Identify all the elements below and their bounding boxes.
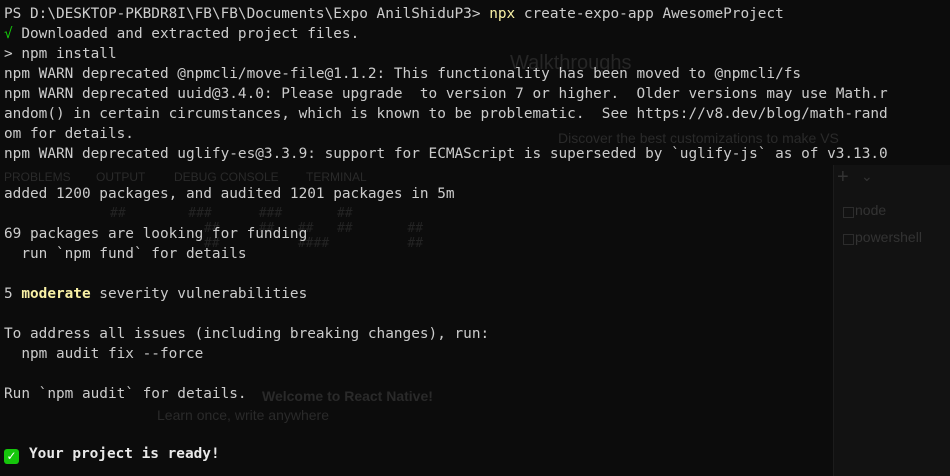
downloaded-text: Downloaded and extracted project files. xyxy=(12,26,360,42)
fund-hint-line: run `npm fund` for details xyxy=(4,246,247,262)
downloaded-line: √ Downloaded and extracted project files… xyxy=(4,24,950,44)
warn-uuid-3: om for details. xyxy=(4,126,134,142)
prompt-path: PS D:\DESKTOP-PKBDR8I\FB\FB\Documents\Ex… xyxy=(4,6,490,22)
vuln-level: moderate xyxy=(21,286,91,302)
npm-install-line: > npm install xyxy=(4,46,117,62)
warn-uuid-2: andom() in certain circumstances, which … xyxy=(4,106,888,122)
vulnerabilities-line: 5 moderate severity vulnerabilities xyxy=(4,284,950,304)
check-icon: ✓ xyxy=(4,449,19,464)
funding-line: 69 packages are looking for funding xyxy=(4,226,308,242)
added-packages-line: added 1200 packages, and audited 1201 pa… xyxy=(4,186,455,202)
prompt-line: PS D:\DESKTOP-PKBDR8I\FB\FB\Documents\Ex… xyxy=(4,4,950,24)
address-line: To address all issues (including breakin… xyxy=(4,326,490,342)
warn-uuid-1: npm WARN deprecated uuid@3.4.0: Please u… xyxy=(4,86,888,102)
warn-move-file: npm WARN deprecated @npmcli/move-file@1.… xyxy=(4,66,802,82)
prompt-args: create-expo-app AwesomeProject xyxy=(515,6,784,22)
vuln-rest: severity vulnerabilities xyxy=(90,286,308,302)
audit-fix-line: npm audit fix --force xyxy=(4,346,204,362)
warn-uglify: npm WARN deprecated uglify-es@3.3.9: sup… xyxy=(4,146,888,162)
prompt-command: npx xyxy=(489,6,516,22)
audit-details-line: Run `npm audit` for details. xyxy=(4,386,247,402)
success-check-icon: √ xyxy=(4,26,13,42)
ready-line: ✓ Your project is ready! xyxy=(4,444,950,464)
vuln-count: 5 xyxy=(4,286,22,302)
terminal-output[interactable]: PS D:\DESKTOP-PKBDR8I\FB\FB\Documents\Ex… xyxy=(4,4,950,476)
ready-text: Your project is ready! xyxy=(29,446,220,462)
